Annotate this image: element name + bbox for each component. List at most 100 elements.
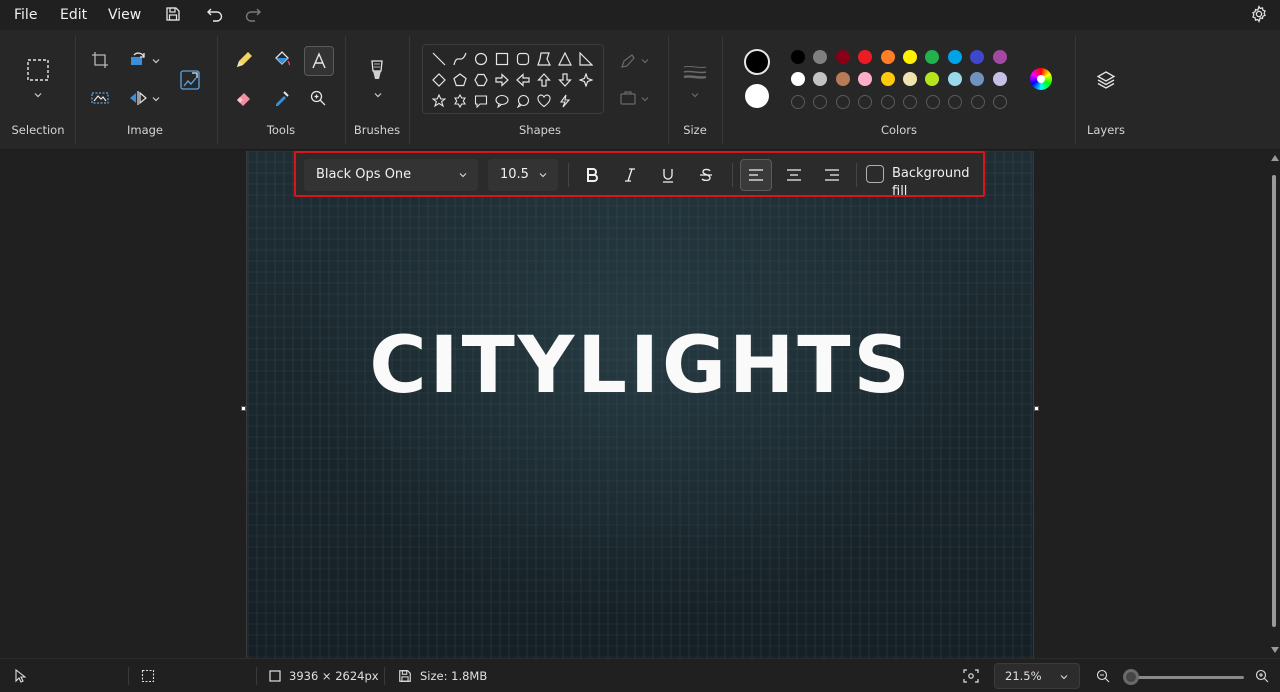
palette-color-swatch[interactable] bbox=[925, 72, 940, 86]
palette-color-swatch[interactable] bbox=[835, 72, 850, 86]
palette-color-swatch[interactable] bbox=[947, 50, 962, 64]
bold-button[interactable] bbox=[576, 159, 608, 191]
zoom-slider-track[interactable] bbox=[1126, 676, 1244, 679]
text-box-resize-handle-left[interactable] bbox=[241, 406, 246, 411]
palette-color-swatch[interactable] bbox=[880, 50, 895, 64]
text-box-resize-handle-right[interactable] bbox=[1034, 406, 1039, 411]
outline-chevron-down-icon[interactable] bbox=[640, 56, 650, 66]
diamond-shape-icon[interactable] bbox=[429, 70, 449, 90]
line-shape-icon[interactable] bbox=[429, 49, 449, 69]
oval-callout-shape-icon[interactable] bbox=[492, 91, 512, 111]
image-canvas[interactable]: CITYLIGHTS bbox=[246, 151, 1034, 658]
palette-color-swatch[interactable] bbox=[947, 72, 962, 86]
text-tool-icon[interactable] bbox=[304, 46, 334, 76]
align-center-button[interactable] bbox=[778, 159, 810, 191]
magnifier-icon[interactable] bbox=[304, 84, 332, 112]
shape-fill-icon[interactable] bbox=[614, 84, 642, 112]
pentagon-shape-icon[interactable] bbox=[450, 70, 470, 90]
scrollbar-thumb[interactable] bbox=[1272, 175, 1276, 627]
selection-chevron-down-icon[interactable] bbox=[33, 90, 43, 100]
stroke-size-icon[interactable] bbox=[680, 58, 710, 86]
palette-color-swatch[interactable] bbox=[992, 50, 1007, 64]
custom-color-slot[interactable] bbox=[791, 95, 805, 109]
secondary-color-swatch[interactable] bbox=[745, 84, 769, 108]
italic-button[interactable] bbox=[614, 159, 646, 191]
left-arrow-shape-icon[interactable] bbox=[513, 70, 533, 90]
custom-color-slot[interactable] bbox=[926, 95, 940, 109]
zoom-out-icon[interactable] bbox=[1095, 668, 1111, 684]
zoom-level-dropdown[interactable]: 21.5% bbox=[994, 663, 1080, 689]
settings-gear-icon[interactable] bbox=[1246, 2, 1272, 26]
font-size-dropdown[interactable]: 10.5 bbox=[488, 159, 558, 191]
fit-to-window-icon[interactable] bbox=[963, 668, 979, 684]
fill-chevron-down-icon[interactable] bbox=[640, 94, 650, 104]
strikethrough-button[interactable] bbox=[690, 159, 722, 191]
custom-color-slot[interactable] bbox=[813, 95, 827, 109]
flip-chevron-down-icon[interactable] bbox=[151, 94, 161, 104]
five-point-star-shape-icon[interactable] bbox=[429, 91, 449, 111]
palette-color-swatch[interactable] bbox=[791, 72, 805, 86]
menu-view[interactable]: View bbox=[106, 4, 143, 26]
background-removal-icon[interactable] bbox=[86, 84, 114, 112]
color-picker-icon[interactable] bbox=[268, 84, 296, 112]
custom-color-slot[interactable] bbox=[881, 95, 895, 109]
palette-color-swatch[interactable] bbox=[880, 72, 895, 86]
palette-color-swatch[interactable] bbox=[835, 50, 850, 64]
lightning-shape-icon[interactable] bbox=[555, 91, 575, 111]
layers-icon[interactable] bbox=[1092, 66, 1120, 94]
palette-color-swatch[interactable] bbox=[903, 50, 917, 64]
rectangular-callout-shape-icon[interactable] bbox=[471, 91, 491, 111]
vertical-scrollbar[interactable] bbox=[1269, 151, 1280, 658]
font-family-dropdown[interactable]: Black Ops One bbox=[304, 159, 478, 191]
rounded-rectangle-shape-icon[interactable] bbox=[513, 49, 533, 69]
round-callout-shape-icon[interactable] bbox=[513, 91, 533, 111]
rotate-icon[interactable] bbox=[124, 46, 152, 74]
four-point-star-shape-icon[interactable] bbox=[576, 70, 596, 90]
palette-color-swatch[interactable] bbox=[970, 72, 985, 86]
rectangle-shape-icon[interactable] bbox=[492, 49, 512, 69]
align-right-button[interactable] bbox=[816, 159, 848, 191]
hexagon-shape-icon[interactable] bbox=[471, 70, 491, 90]
custom-color-slot[interactable] bbox=[836, 95, 850, 109]
size-chevron-down-icon[interactable] bbox=[690, 90, 700, 100]
eraser-icon[interactable] bbox=[230, 84, 258, 112]
palette-color-swatch[interactable] bbox=[903, 72, 917, 86]
zoom-in-icon[interactable] bbox=[1254, 668, 1270, 684]
align-left-button[interactable] bbox=[740, 159, 772, 191]
palette-color-swatch[interactable] bbox=[970, 50, 985, 64]
pencil-icon[interactable] bbox=[230, 46, 258, 74]
right-triangle-shape-icon[interactable] bbox=[576, 49, 596, 69]
edit-colors-wheel-icon[interactable] bbox=[1028, 66, 1054, 92]
oval-shape-icon[interactable] bbox=[471, 49, 491, 69]
polygon-shape-icon[interactable] bbox=[534, 49, 554, 69]
canvas-text-citylights[interactable]: CITYLIGHTS bbox=[247, 321, 1033, 411]
palette-color-swatch[interactable] bbox=[925, 50, 940, 64]
custom-color-slot[interactable] bbox=[948, 95, 962, 109]
resize-image-icon[interactable] bbox=[176, 66, 204, 94]
redo-icon[interactable] bbox=[240, 2, 266, 26]
curve-shape-icon[interactable] bbox=[450, 49, 470, 69]
six-point-star-shape-icon[interactable] bbox=[450, 91, 470, 111]
save-icon[interactable] bbox=[160, 2, 186, 26]
zoom-slider-thumb[interactable] bbox=[1123, 669, 1139, 685]
selection-rectangle-icon[interactable] bbox=[24, 56, 52, 84]
crop-icon[interactable] bbox=[86, 46, 114, 74]
fill-bucket-icon[interactable] bbox=[268, 46, 296, 74]
right-arrow-shape-icon[interactable] bbox=[492, 70, 512, 90]
palette-color-swatch[interactable] bbox=[858, 50, 873, 64]
triangle-shape-icon[interactable] bbox=[555, 49, 575, 69]
heart-shape-icon[interactable] bbox=[534, 91, 554, 111]
underline-button[interactable] bbox=[652, 159, 684, 191]
palette-color-swatch[interactable] bbox=[858, 72, 873, 86]
menu-edit[interactable]: Edit bbox=[58, 4, 89, 26]
primary-color-swatch[interactable] bbox=[744, 49, 770, 75]
palette-color-swatch[interactable] bbox=[992, 72, 1007, 86]
custom-color-slot[interactable] bbox=[971, 95, 985, 109]
undo-icon[interactable] bbox=[202, 2, 228, 26]
custom-color-slot[interactable] bbox=[903, 95, 917, 109]
flip-icon[interactable] bbox=[124, 84, 152, 112]
custom-color-slot[interactable] bbox=[993, 95, 1007, 109]
background-fill-checkbox[interactable] bbox=[866, 165, 884, 183]
palette-color-swatch[interactable] bbox=[791, 50, 805, 64]
custom-color-slot[interactable] bbox=[858, 95, 872, 109]
